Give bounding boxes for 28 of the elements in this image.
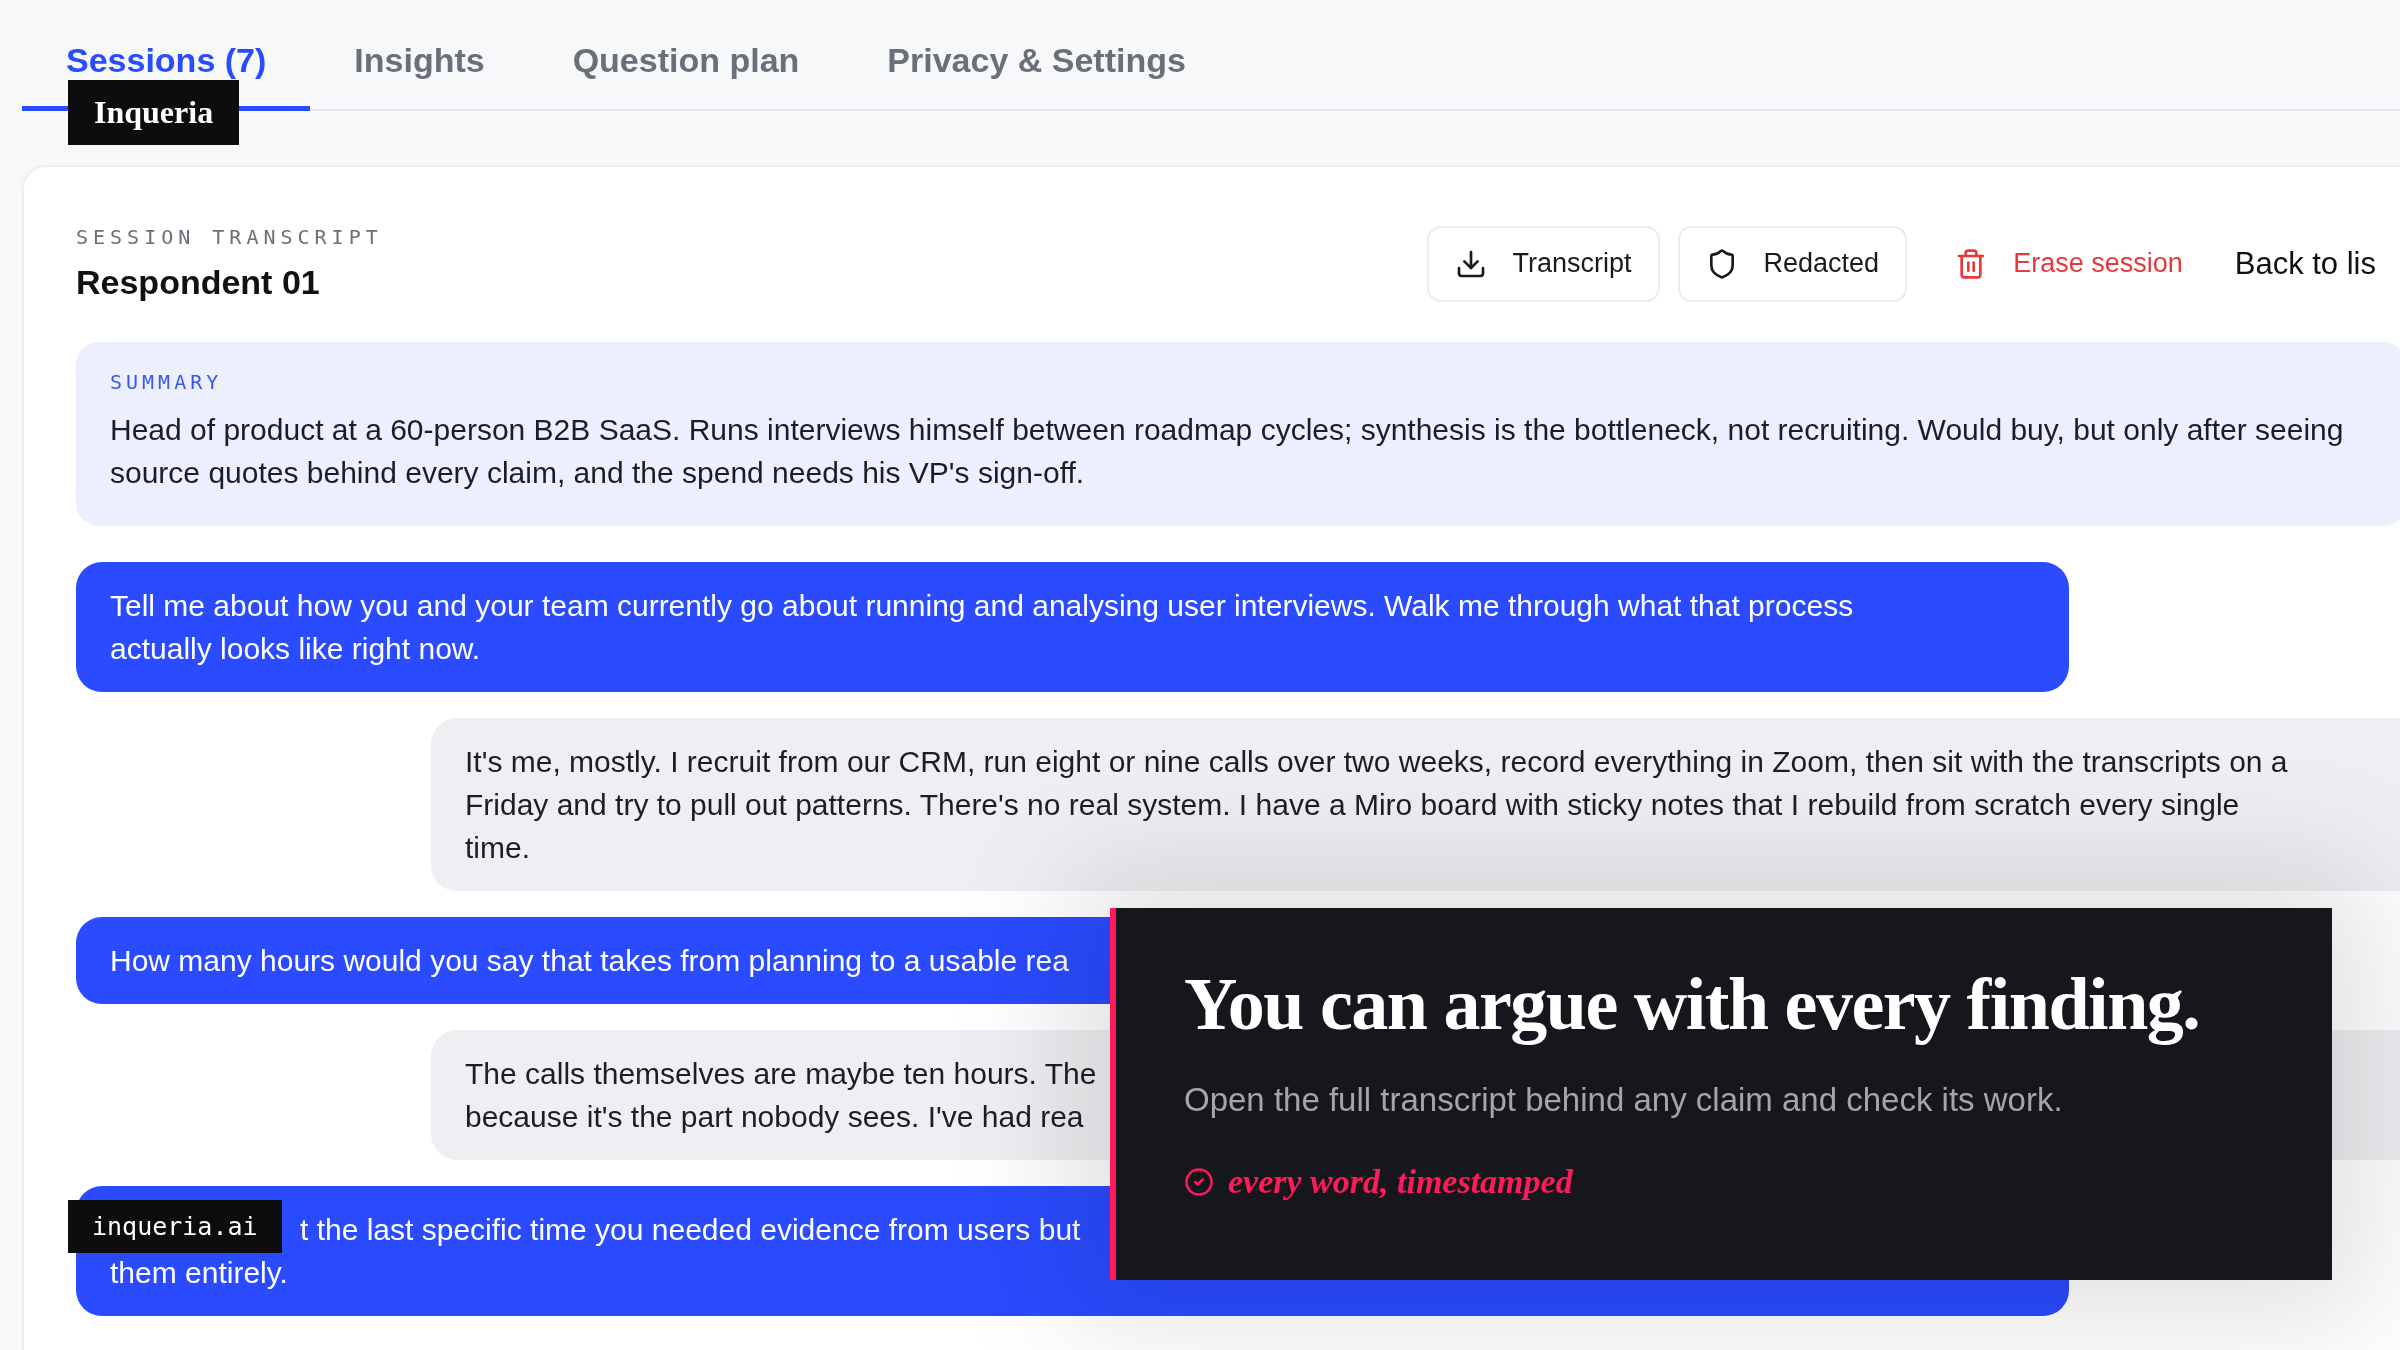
message-line: It's me, mostly. I recruit from our CRM, run eight or nine calls over two weeks, record everything in Zoom, then sit with the transcripts on a [465, 744, 2288, 780]
message-line: t the last specific time you needed evidence from users but [300, 1212, 1081, 1248]
message-line: How many hours would you say that takes from planning to a usable rea [110, 943, 1069, 979]
callout-headline: You can argue with every finding. [1184, 962, 2201, 1047]
summary-text: Head of product at a 60-person B2B SaaS. Runs interviews himself between roadmap cycles; synthesis is the bottleneck, not recruiting. Would buy, but only after seeing source quotes behind every claim, and the spend needs his VP's sign-off. [110, 412, 2345, 491]
callout-subtitle: Open the full transcript behind any claim and check its work. [1184, 1081, 2064, 1119]
message-line: Friday and try to pull out patterns. There's no real system. I have a Miro board with sticky notes that I rebuild from scratch every single [465, 787, 2240, 823]
redacted-button[interactable]: Redacted [1677, 225, 1908, 302]
logo-label: Inqueria [68, 80, 240, 145]
message-line: time. [465, 830, 530, 866]
session-title: Respondent 01 [76, 263, 321, 302]
message-line: them entirely. [110, 1255, 288, 1291]
tab[interactable]: Question plan [572, 36, 800, 80]
check-circle-icon [1184, 1167, 1214, 1197]
tab[interactable]: Insights [354, 36, 485, 80]
message-line: Tell me about how you and your team currently go about running and analysing user interviews. Walk me through what that process [110, 588, 1854, 624]
message-line: The calls themselves are maybe ten hours. The [465, 1056, 1097, 1092]
tab[interactable]: Sessions (7) [66, 36, 267, 80]
tab[interactable]: Privacy & Settings [887, 36, 1186, 80]
section-eyebrow: SESSION TRANSCRIPT [76, 225, 383, 249]
message-line: actually looks like right now. [110, 631, 481, 667]
transcript-button[interactable]: Transcript [1426, 225, 1660, 302]
callout-tag: every word, timestamped [1228, 1163, 1573, 1201]
erase-session-button[interactable]: Erase session [1925, 225, 2193, 302]
back-link[interactable]: Back to lis [2234, 245, 2376, 282]
url-label: inqueria.ai [68, 1200, 282, 1253]
message-line: because it's the part nobody sees. I've had rea [465, 1099, 1084, 1135]
summary-label: SUMMARY [110, 370, 224, 394]
